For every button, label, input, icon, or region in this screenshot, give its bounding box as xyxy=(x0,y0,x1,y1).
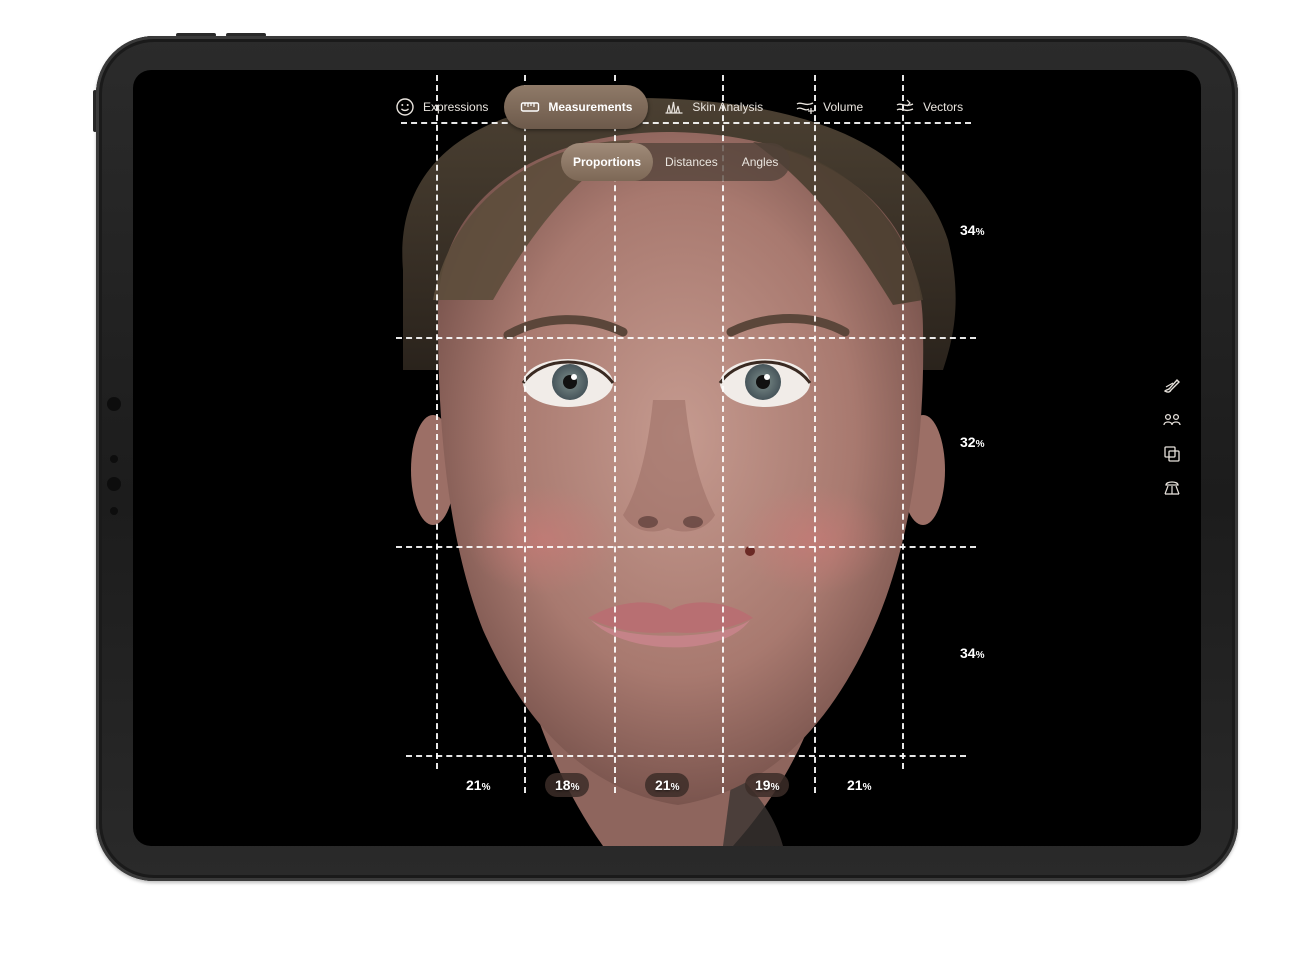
proportion-fifth-1: 21% xyxy=(466,777,491,793)
proportion-middle-third: 32% xyxy=(960,434,985,450)
sensor-dot xyxy=(110,507,118,515)
proportion-fifth-3: 21% xyxy=(645,773,690,797)
layers-tool-button[interactable] xyxy=(1161,443,1183,465)
camera-icon xyxy=(107,397,121,411)
proportion-fifth-4: 19% xyxy=(745,773,790,797)
tab-label: Skin Analysis xyxy=(692,100,764,114)
proportion-fifth-2: 18% xyxy=(545,773,590,797)
measurement-mode-bar: Proportions Distances Angles xyxy=(561,143,791,181)
tab-expressions[interactable]: Expressions xyxy=(379,85,504,129)
tab-measurements[interactable]: Measurements xyxy=(504,85,649,129)
grid-line-vertical xyxy=(814,75,816,793)
sensor-dot xyxy=(110,455,118,463)
brush-icon xyxy=(1163,378,1180,393)
grid-line-horizontal xyxy=(406,755,966,757)
skin-analysis-icon xyxy=(665,101,683,114)
grid-line-vertical xyxy=(524,75,526,793)
tab-volume[interactable]: Volume xyxy=(779,85,879,129)
grid-line-vertical xyxy=(436,75,438,769)
proportion-upper-third: 34% xyxy=(960,222,985,238)
grid-line-horizontal xyxy=(396,337,976,339)
tab-label: Vectors xyxy=(923,100,964,114)
tab-distances[interactable]: Distances xyxy=(653,143,730,181)
smiley-icon xyxy=(396,98,414,116)
grid-line-vertical xyxy=(722,75,724,793)
face-scan[interactable] xyxy=(133,70,1201,846)
tool-sidebar xyxy=(1161,375,1201,511)
lighting-tool-button[interactable] xyxy=(1161,477,1183,499)
grid-line-vertical xyxy=(614,75,616,793)
proportion-fifth-5: 21% xyxy=(847,777,872,793)
volume-icon xyxy=(796,102,815,114)
tab-skin-analysis[interactable]: Skin Analysis xyxy=(648,85,779,129)
tab-angles[interactable]: Angles xyxy=(730,143,791,181)
brush-tool-button[interactable] xyxy=(1161,375,1183,397)
grid-line-vertical xyxy=(902,75,904,769)
camera-icon xyxy=(107,477,121,491)
ruler-icon xyxy=(521,102,540,112)
grid-line-horizontal xyxy=(396,546,976,548)
compare-tool-button[interactable] xyxy=(1161,409,1183,431)
app-screen: 34% 32% 34% 21% 18% 21% 19% 21% Expressi… xyxy=(133,70,1201,846)
tab-proportions[interactable]: Proportions xyxy=(561,143,653,181)
copy-layers-icon xyxy=(1164,446,1180,462)
face-scan-image xyxy=(402,98,956,846)
tab-label: Expressions xyxy=(423,100,489,114)
tab-label: Volume xyxy=(823,100,864,114)
tab-vectors[interactable]: Vectors xyxy=(879,85,979,129)
spotlight-icon xyxy=(1164,481,1180,495)
compare-people-icon xyxy=(1163,413,1181,426)
tab-label: Measurements xyxy=(548,100,633,114)
vectors-icon xyxy=(896,99,914,112)
main-tab-bar: Expressions Measurements Skin Analysis V… xyxy=(379,84,979,130)
proportion-lower-third: 34% xyxy=(960,645,985,661)
